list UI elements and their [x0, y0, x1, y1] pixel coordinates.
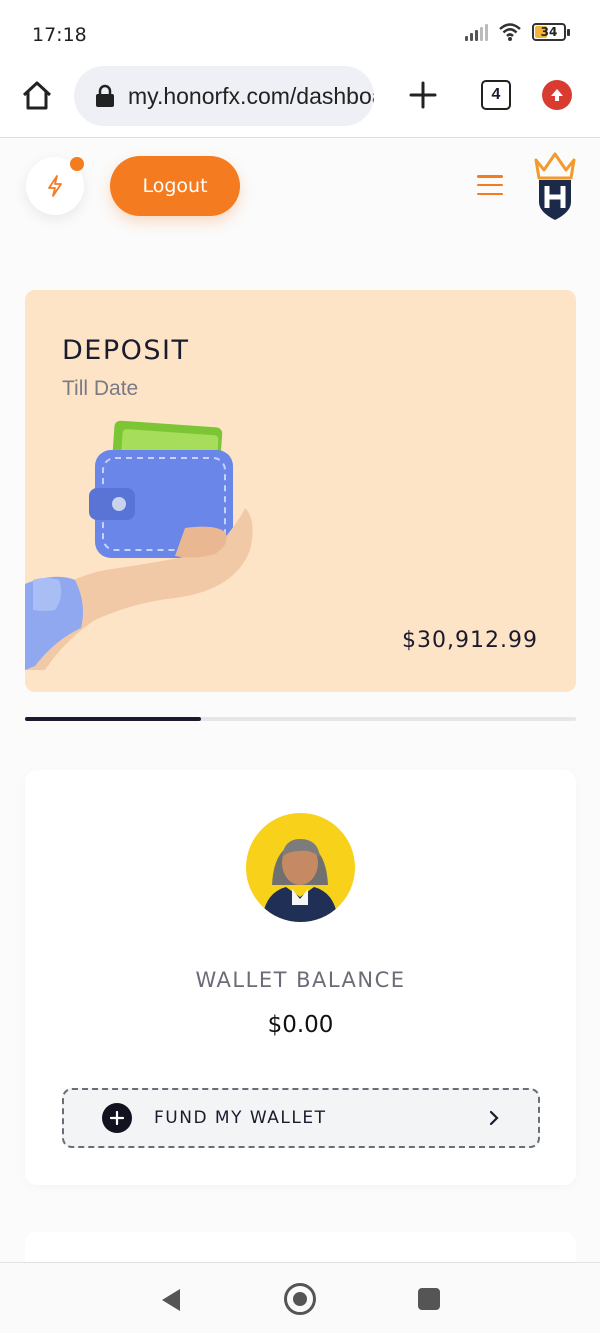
- notification-dot: [70, 157, 84, 171]
- lock-icon: [96, 84, 114, 107]
- bolt-icon: [48, 175, 62, 197]
- recent-apps-icon[interactable]: [418, 1288, 440, 1310]
- status-bar: 17:18 34: [0, 0, 600, 66]
- carousel-progress-fill: [25, 717, 202, 721]
- deposit-card[interactable]: DEPOSIT Till Date $30,912.99: [25, 290, 576, 692]
- system-nav-bar: [0, 1262, 600, 1333]
- avatar: [246, 813, 355, 922]
- plus-icon[interactable]: [406, 78, 440, 112]
- address-bar[interactable]: my.honorfx.com/dashboard: [74, 66, 374, 126]
- plus-circle-icon: [102, 1103, 132, 1133]
- home-icon[interactable]: [20, 79, 54, 113]
- browser-toolbar: my.honorfx.com/dashboard 4: [0, 66, 600, 138]
- deposit-title: DEPOSIT: [62, 335, 190, 366]
- signal-icon: [465, 23, 488, 41]
- wallet-card: WALLET BALANCE $0.00 FUND MY WALLET: [25, 770, 576, 1185]
- logout-button[interactable]: Logout: [110, 156, 240, 216]
- update-icon[interactable]: [542, 80, 572, 110]
- chevron-right-icon: [489, 1110, 499, 1126]
- fund-my-wallet-button[interactable]: FUND MY WALLET: [62, 1088, 540, 1148]
- battery-icon: 34: [532, 23, 570, 41]
- battery-level: 34: [540, 25, 558, 39]
- wallet-balance-value: $0.00: [267, 1012, 334, 1038]
- crown-logo[interactable]: [530, 150, 580, 222]
- url-text: my.honorfx.com/dashboard: [128, 82, 374, 109]
- status-icons: 34: [465, 22, 570, 42]
- menu-icon[interactable]: [477, 175, 503, 195]
- wallet-balance-label: WALLET BALANCE: [195, 968, 406, 992]
- tabs-icon[interactable]: 4: [481, 80, 511, 110]
- wallet-in-hand-illustration: [25, 420, 253, 670]
- status-time: 17:18: [32, 24, 87, 46]
- carousel-progress: [25, 717, 576, 721]
- deposit-subtitle: Till Date: [62, 377, 139, 400]
- notifications-button[interactable]: [26, 157, 84, 215]
- fund-my-wallet-label: FUND MY WALLET: [154, 1108, 327, 1128]
- wifi-icon: [499, 23, 521, 41]
- deposit-amount: $30,912.99: [402, 628, 538, 653]
- home-circle-icon[interactable]: [284, 1283, 316, 1315]
- back-icon[interactable]: [158, 1287, 182, 1313]
